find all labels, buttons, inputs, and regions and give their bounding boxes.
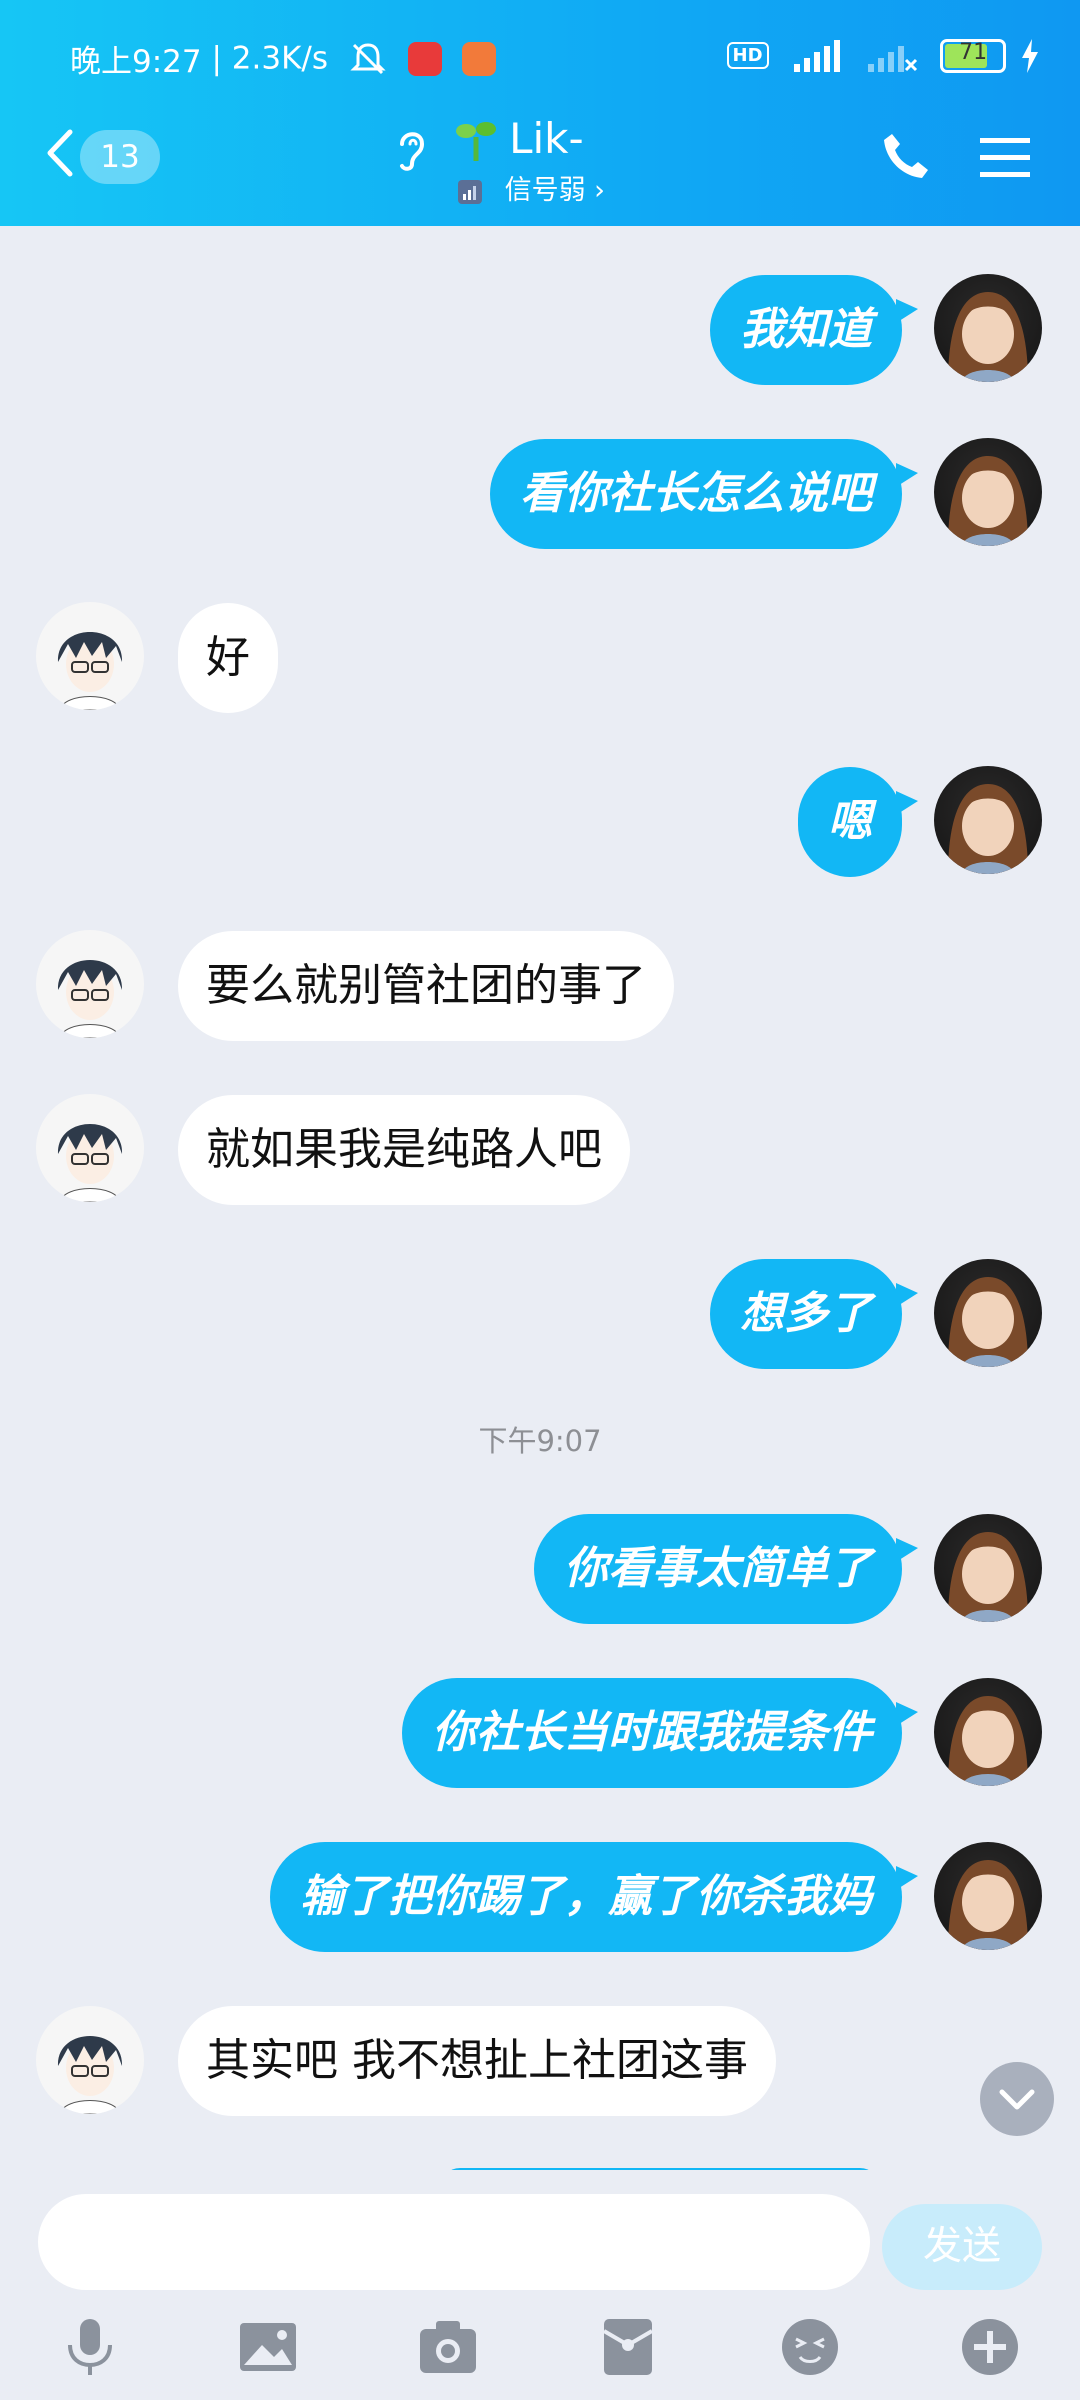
contact-avatar[interactable] [36, 602, 144, 710]
my-avatar[interactable] [934, 1842, 1042, 1950]
message-bubble-outgoing[interactable]: 你社长当时跟我提条件 [402, 1678, 918, 1788]
chat-title: Lik- [509, 114, 584, 163]
image-icon[interactable] [236, 2315, 300, 2379]
message-bubble-incoming[interactable]: 好 [178, 603, 278, 713]
signal-bar-icon [458, 179, 482, 204]
message-bubble-incoming[interactable]: 要么就别管社团的事了 [178, 931, 674, 1041]
contact-avatar[interactable] [36, 2006, 144, 2114]
my-avatar[interactable] [934, 438, 1042, 546]
my-avatar[interactable] [934, 274, 1042, 382]
message-bubble-incoming[interactable]: 其实吧 我不想扯上社团这事 [178, 2006, 776, 2116]
menu-icon[interactable] [980, 136, 1030, 180]
hd-badge: HD [726, 42, 769, 69]
battery-level: 71 [959, 39, 988, 65]
battery-icon: 71 [940, 38, 1007, 73]
contact-avatar[interactable] [36, 930, 144, 1038]
message-bubble-outgoing[interactable]: 你看事太简单了 [534, 1514, 918, 1624]
status-time: 晚上9:27 [70, 44, 202, 80]
message-timestamp: 下午9:07 [478, 1424, 602, 1458]
netease-music-icon [407, 41, 442, 76]
send-button[interactable]: 发送 [882, 2204, 1042, 2290]
my-avatar[interactable] [934, 1259, 1042, 1367]
phone-call-icon[interactable] [880, 130, 932, 182]
chat-header: 晚上9:27 | 2.3K/s HD 71 13 Lik- 信号弱 › [0, 0, 1080, 226]
back-arrow-icon[interactable] [44, 128, 74, 178]
input-area: 发送 [0, 2170, 1080, 2400]
message-bubble-outgoing[interactable]: 嗯 [798, 767, 918, 877]
scroll-to-bottom-button[interactable] [980, 2062, 1054, 2136]
charging-icon [1022, 38, 1038, 73]
status-left: 晚上9:27 | 2.3K/s [70, 36, 496, 81]
mute-bell-icon [350, 42, 386, 74]
app-notification-icon [461, 41, 496, 76]
red-packet-icon[interactable] [596, 2315, 660, 2379]
chat-title-wrap[interactable]: Lik- [456, 114, 584, 163]
my-avatar[interactable] [934, 1678, 1042, 1786]
network-speed: 2.3K/s [231, 40, 329, 77]
message-bubble-outgoing[interactable]: 我知道 [710, 275, 918, 385]
unread-count-badge[interactable]: 13 [80, 130, 160, 184]
signal-status-text: 信号弱 › [504, 175, 605, 206]
sprout-icon [456, 121, 496, 161]
signal-icon [794, 39, 841, 72]
my-avatar[interactable] [934, 1514, 1042, 1622]
mic-icon[interactable] [58, 2315, 122, 2379]
ear-icon[interactable] [392, 124, 430, 174]
message-bubble-outgoing[interactable]: 输了把你踢了，赢了你杀我妈 [270, 1842, 918, 1952]
contact-avatar[interactable] [36, 1094, 144, 1202]
signal-status[interactable]: 信号弱 › [458, 168, 605, 207]
emoji-icon[interactable] [778, 2315, 842, 2379]
plus-icon[interactable] [958, 2315, 1022, 2379]
message-bubble-outgoing[interactable]: 看你社长怎么说吧 [490, 439, 918, 549]
chevron-down-icon [999, 2089, 1035, 2110]
message-bubble-outgoing[interactable]: 想多了 [710, 1259, 918, 1369]
message-bubble-incoming[interactable]: 就如果我是纯路人吧 [178, 1095, 630, 1205]
signal-weak-icon [868, 45, 918, 72]
status-right: HD 71 [726, 36, 1040, 74]
my-avatar[interactable] [934, 766, 1042, 874]
camera-icon[interactable] [416, 2315, 480, 2379]
status-bar: 晚上9:27 | 2.3K/s HD 71 [70, 32, 1040, 82]
message-input[interactable] [38, 2194, 870, 2290]
